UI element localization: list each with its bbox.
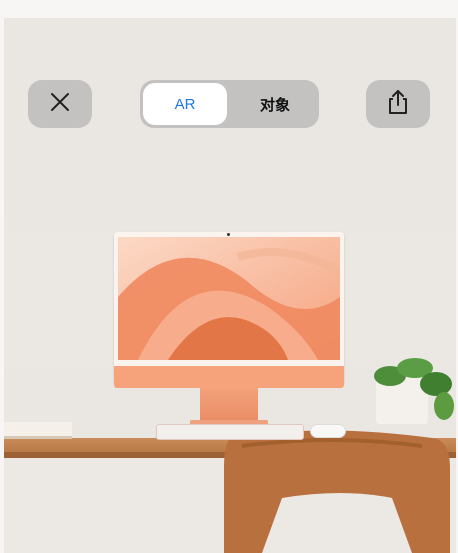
imac-display: [114, 232, 344, 384]
chair: [224, 430, 450, 553]
imac-chin: [114, 366, 344, 388]
share-button[interactable]: [366, 80, 430, 128]
close-button[interactable]: [28, 80, 92, 128]
tab-object[interactable]: 对象: [234, 83, 316, 125]
keyboard: [156, 424, 304, 440]
plant: [374, 358, 454, 420]
notebook: [4, 422, 72, 439]
imac-wallpaper: [118, 237, 340, 360]
tab-ar-label: AR: [174, 95, 196, 113]
view-mode-segmented-control: AR 对象: [140, 80, 319, 128]
mouse: [310, 424, 346, 438]
top-bar: [0, 0, 458, 18]
camera-dot: [227, 233, 230, 236]
tab-object-label: 对象: [259, 96, 290, 114]
share-icon: [387, 89, 409, 120]
close-icon: [50, 92, 70, 117]
tab-ar[interactable]: AR: [143, 83, 227, 125]
imac-stand: [200, 388, 258, 424]
